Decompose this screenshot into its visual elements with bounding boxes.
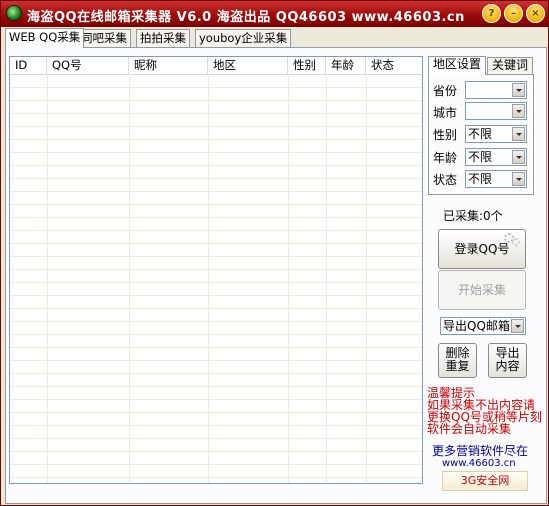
column-qq[interactable]: QQ号	[47, 57, 129, 74]
grid-column-line	[366, 74, 367, 483]
grid-row-line	[10, 321, 422, 322]
grid-row-line	[10, 399, 422, 400]
age-select[interactable]: 不限	[465, 148, 527, 166]
grid-row-line	[10, 360, 422, 361]
grid-row-line	[10, 256, 422, 257]
tab-paipai[interactable]: 拍拍采集	[136, 29, 190, 47]
grid-row-line	[10, 139, 422, 140]
column-nickname[interactable]: 昵称	[129, 57, 208, 74]
grid-row-line	[10, 191, 422, 192]
grid-column-line	[288, 74, 289, 483]
province-label: 省份	[433, 84, 458, 98]
chevron-down-icon[interactable]	[512, 127, 525, 141]
grid-row-line	[10, 230, 422, 231]
status-value: 不限	[468, 172, 493, 186]
grid-row-line	[10, 477, 422, 478]
app-window: 海盗QQ在线邮箱采集器 V6.0 海盗出品 QQ46603 www.46603.…	[0, 0, 549, 506]
grid-row-line	[10, 217, 422, 218]
start-collect-label: 开始采集	[457, 283, 506, 297]
grid-row-line	[10, 204, 422, 205]
tab-tongba[interactable]: 同吧采集	[77, 29, 131, 47]
grid-row-line	[10, 425, 422, 426]
status-label: 状态	[433, 173, 458, 187]
tab-keywords[interactable]: 关键词	[487, 57, 534, 74]
grid-row-line	[10, 334, 422, 335]
column-status[interactable]: 状态	[366, 57, 422, 74]
grid-row-line	[10, 308, 422, 309]
grid-row-line	[10, 165, 422, 166]
delete-duplicates-button[interactable]: 删除 重复	[438, 343, 477, 378]
chevron-down-icon[interactable]	[512, 83, 525, 97]
tab-region-settings[interactable]: 地区设置	[428, 56, 487, 75]
export-type-value: 导出QQ邮箱	[443, 319, 510, 333]
tab-youboy[interactable]: youboy企业采集	[195, 29, 292, 47]
login-qq-button[interactable]: 登录QQ号	[438, 229, 526, 269]
gender-value: 不限	[468, 127, 493, 141]
grid-column-line	[326, 74, 327, 483]
grid-column-line	[129, 74, 130, 483]
age-label: 年龄	[433, 151, 458, 165]
grid-row-line	[10, 386, 422, 387]
column-gender[interactable]: 性别	[288, 57, 326, 74]
gear-icon	[504, 233, 522, 247]
minimize-button[interactable]: –	[504, 4, 523, 23]
column-age[interactable]: 年龄	[326, 57, 366, 74]
table-header: ID QQ号 昵称 地区 性别 年龄 状态	[10, 57, 422, 75]
column-id[interactable]: ID	[10, 57, 47, 74]
help-button[interactable]: ?	[482, 4, 501, 23]
results-table[interactable]: ID QQ号 昵称 地区 性别 年龄 状态	[9, 56, 423, 484]
grid-row-line	[10, 269, 422, 270]
grid-column-line	[47, 74, 48, 483]
collected-count: 已采集:0个	[443, 209, 503, 223]
city-select[interactable]	[465, 102, 527, 120]
grid-row-line	[10, 243, 422, 244]
title-bar[interactable]: 海盗QQ在线邮箱采集器 V6.0 海盗出品 QQ46603 www.46603.…	[1, 1, 548, 27]
chevron-down-icon[interactable]	[512, 150, 525, 164]
column-region[interactable]: 地区	[208, 57, 288, 74]
grid-row-line	[10, 282, 422, 283]
grid-row-line	[10, 126, 422, 127]
window-title: 海盗QQ在线邮箱采集器 V6.0 海盗出品 QQ46603 www.46603.…	[27, 10, 465, 25]
export-content-button[interactable]: 导出 内容	[488, 343, 527, 378]
chevron-down-icon[interactable]	[511, 319, 524, 333]
gender-select[interactable]: 不限	[465, 125, 527, 143]
warm-tip: 温馨提示 如果采集不出内容请 更换QQ号或稍等片刻 软件会自动采集	[427, 386, 542, 436]
gender-label: 性别	[433, 128, 458, 142]
grid-row-line	[10, 87, 422, 88]
login-qq-label: 登录QQ号	[454, 242, 510, 256]
grid-row-line	[10, 451, 422, 452]
grid-column-line	[208, 74, 209, 483]
grid-row-line	[10, 295, 422, 296]
grid-row-line	[10, 113, 422, 114]
chevron-down-icon[interactable]	[512, 172, 525, 186]
app-logo-icon	[6, 5, 22, 21]
grid-row-line	[10, 152, 422, 153]
age-value: 不限	[468, 150, 493, 164]
promo-badge[interactable]: 3G安全网	[442, 471, 528, 491]
city-label: 城市	[433, 106, 458, 120]
grid-row-line	[10, 178, 422, 179]
start-collect-button[interactable]: 开始采集	[438, 270, 526, 310]
promo-url-link[interactable]: www.46603.cn	[442, 458, 516, 469]
grid-row-line	[10, 438, 422, 439]
export-type-select[interactable]: 导出QQ邮箱	[440, 317, 526, 335]
chevron-down-icon[interactable]	[512, 104, 525, 118]
grid-row-line	[10, 100, 422, 101]
grid-row-line	[10, 464, 422, 465]
province-select[interactable]	[465, 81, 527, 99]
close-button[interactable]: ×	[526, 4, 545, 23]
tab-web-qq[interactable]: WEB QQ采集	[5, 28, 85, 48]
grid-row-line	[10, 373, 422, 374]
promo-text: 更多营销软件尽在	[432, 444, 529, 458]
grid-row-line	[10, 412, 422, 413]
status-select[interactable]: 不限	[465, 170, 527, 188]
grid-row-line	[10, 347, 422, 348]
